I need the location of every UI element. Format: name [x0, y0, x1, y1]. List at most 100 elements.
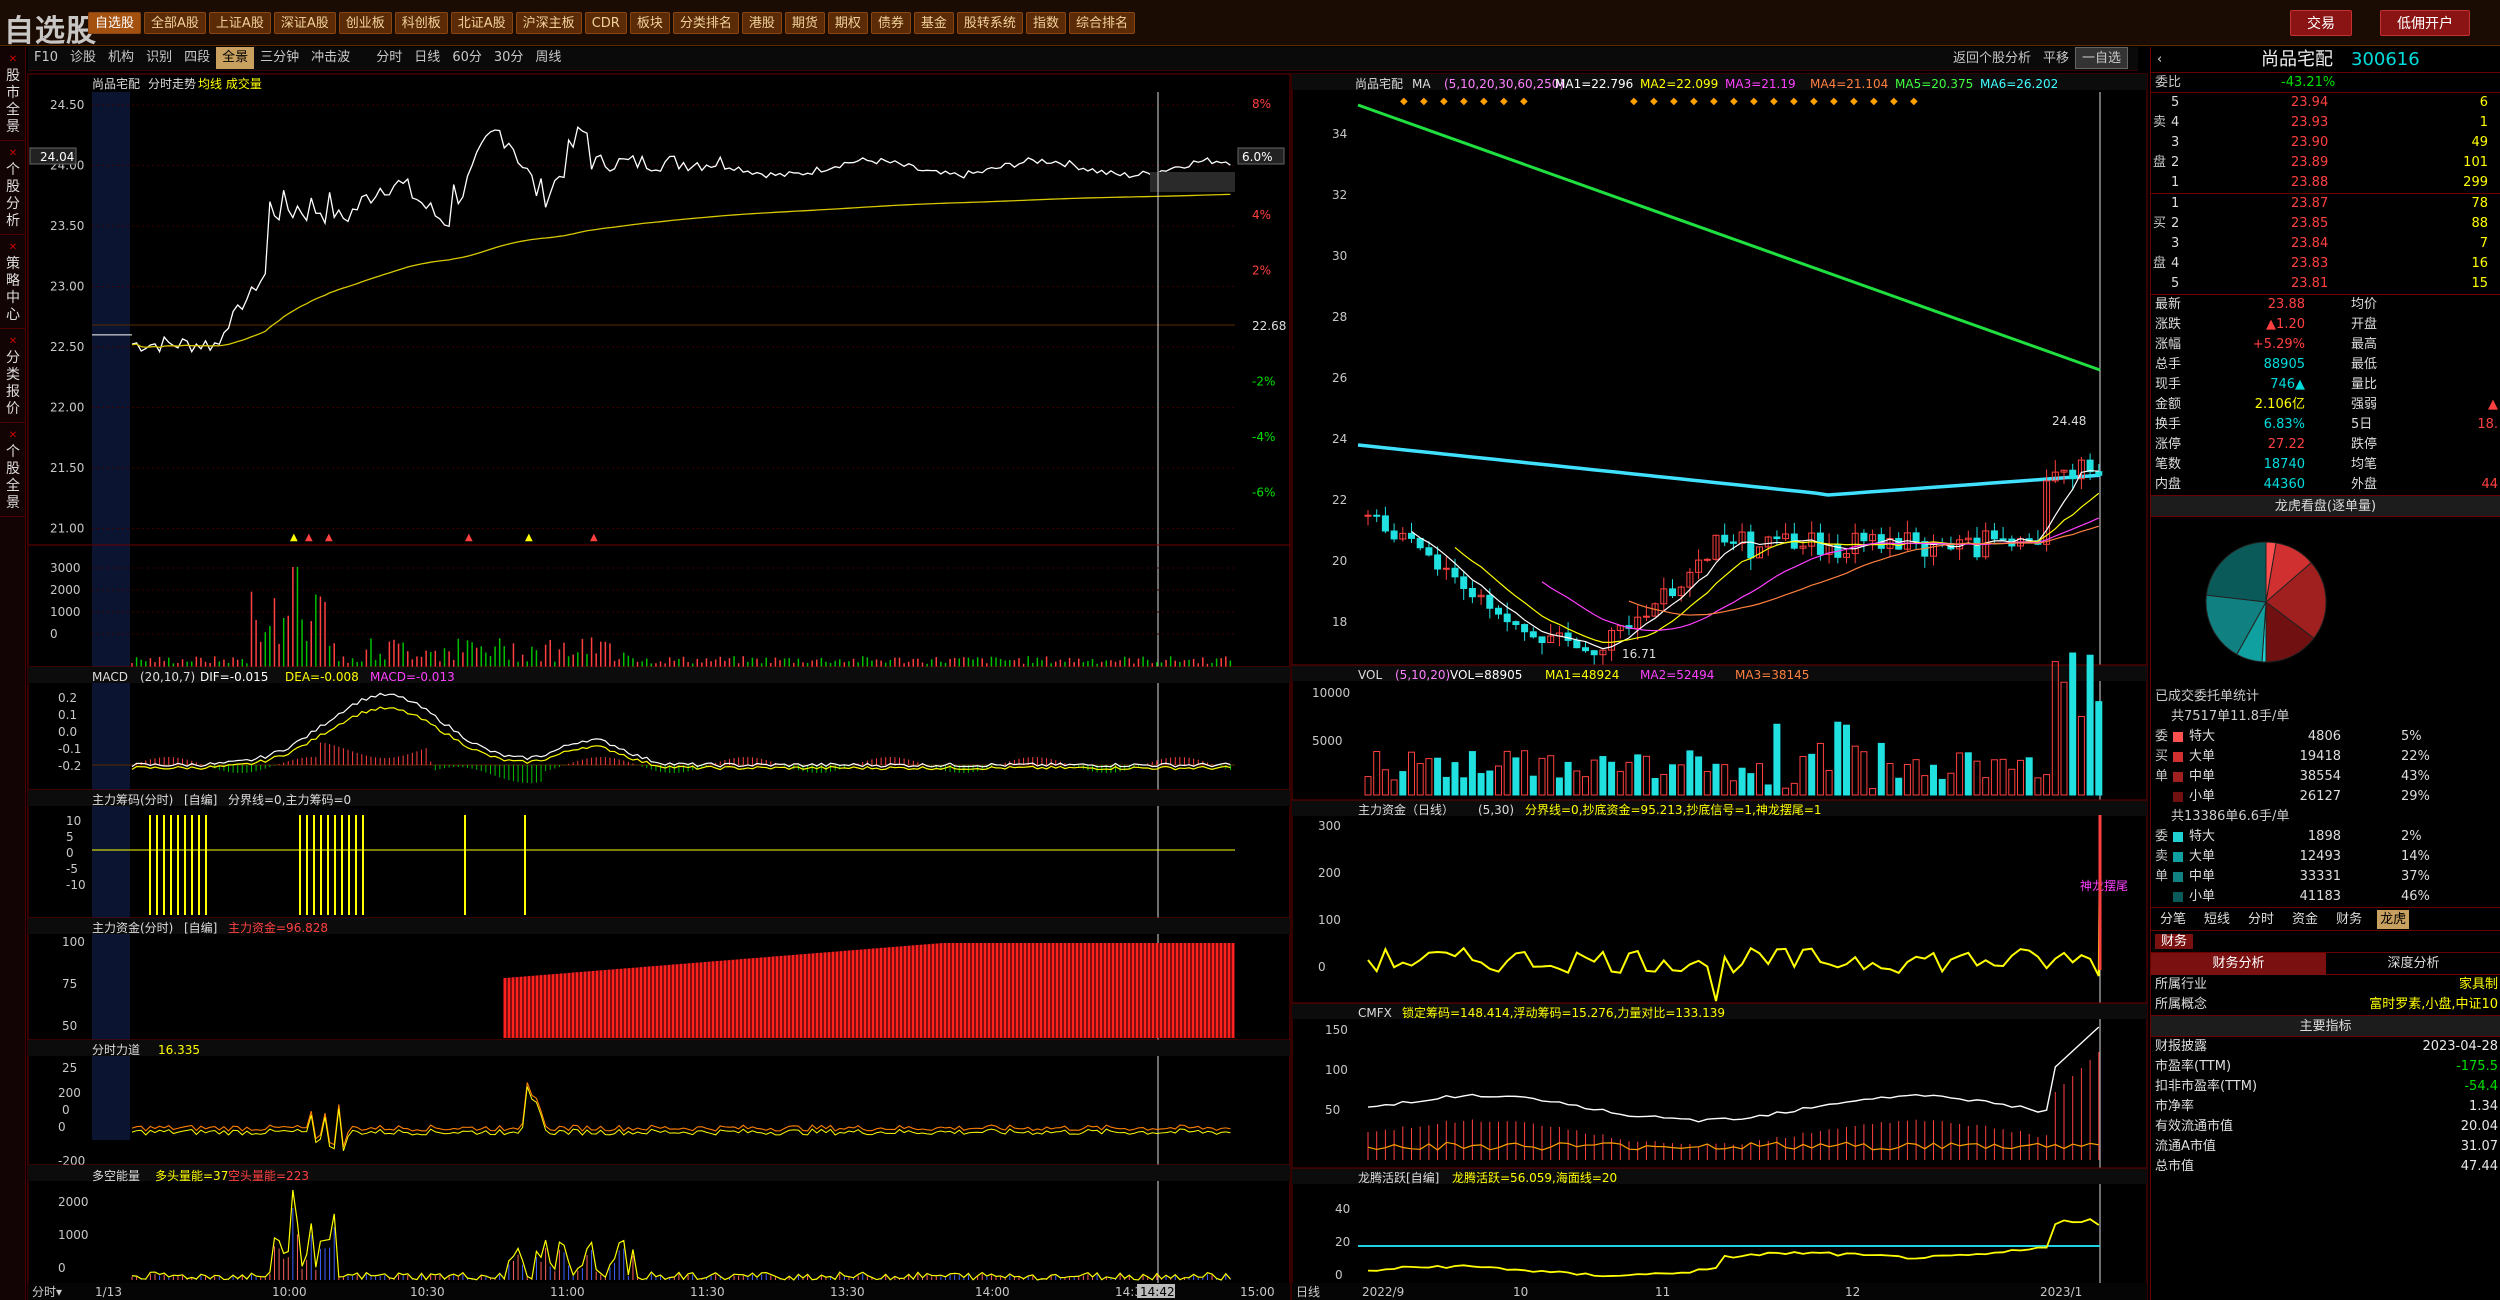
lhb-vol: 12493 [2299, 849, 2341, 864]
stat-value2: 44 [2481, 477, 2498, 492]
fin-deep-tab[interactable]: 深度分析 [2326, 953, 2500, 975]
fin-value: 家具制 [2458, 977, 2498, 992]
vol-day-bar [1799, 756, 1807, 796]
book-row[interactable]: 1 23.87 78 [2151, 194, 2500, 214]
book-row[interactable]: 卖 4 23.93 1 [2151, 113, 2500, 133]
stat-label2: 5日 [2351, 417, 2373, 432]
indicator-label: 流通A市值 [2155, 1139, 2216, 1154]
candle-body [1521, 624, 1529, 633]
back-arrow-icon[interactable]: ‹ [2157, 47, 2162, 73]
volume: 15 [2471, 276, 2488, 291]
macd-tick: 0.1 [58, 708, 77, 722]
fin-row: 所属概念 富时罗素,小盘,中证10 [2151, 995, 2500, 1015]
legend-swatch [2173, 772, 2183, 782]
vol-day-bar [2069, 652, 2077, 796]
fin-tab[interactable]: 财务 [2155, 934, 2194, 949]
candle-body [1582, 647, 1589, 652]
indicator-label: 市盈率(TTM) [2155, 1059, 2232, 1074]
vol-day-bar [1738, 767, 1746, 796]
indicator-row: 扣非市盈率(TTM) -54.4 [2151, 1077, 2500, 1097]
daily-high-label: 24.48 [2052, 414, 2086, 428]
buy-summary: 共7517单11.8手/单 [2171, 709, 2290, 724]
candle-body [1408, 532, 1415, 539]
lhb-tab-1[interactable]: 短线 [2201, 910, 2233, 929]
fin-subtabs: 财务分析 深度分析 [2151, 953, 2500, 975]
lths-text: 龙腾活跃=56.059,海面线=20 [1452, 1170, 1617, 1185]
vol-day-bar [1390, 779, 1398, 796]
fsld-line2 [131, 1086, 1231, 1151]
daily-tick: 26 [1332, 371, 1347, 385]
book-row[interactable]: 5 23.81 15 [2151, 274, 2500, 294]
done-title: 已成交委托单统计 [2155, 689, 2260, 704]
price-line [131, 126, 1231, 354]
lhb-pct: 14% [2401, 849, 2430, 864]
level: 1 [2171, 196, 2180, 211]
vol-day-bar [1964, 752, 1972, 796]
zljc-tick: 0 [66, 846, 74, 860]
zlzj-day-text: 分界线=0,抄底资金=95.213,抄底信号=1,神龙摆尾=1 [1525, 802, 1822, 817]
vol-value: MA1=48924 [1545, 668, 1619, 682]
book-row[interactable]: 盘 2 23.89 101 [2151, 153, 2500, 173]
signal-diamond: ◆ [1690, 96, 1698, 107]
vol-day-bar [1564, 761, 1572, 796]
indicator-value: 1.34 [2469, 1099, 2498, 1114]
indicator-row: 市盈率(TTM) -175.5 [2151, 1057, 2500, 1077]
vol-day-bar [2008, 768, 2016, 796]
daily-tick: 20 [1332, 554, 1347, 568]
indicator-value: 20.04 [2460, 1119, 2498, 1134]
indicator-value: -54.4 [2464, 1079, 2498, 1094]
lhb-pie-chart [2205, 541, 2327, 663]
dkn-title: 多空能量 [92, 1169, 140, 1183]
ma60-line [1357, 443, 2101, 497]
stat-label2: 均价 [2351, 297, 2378, 312]
book-row[interactable]: 1 23.88 299 [2151, 173, 2500, 193]
book-row[interactable]: 盘 4 23.83 16 [2151, 254, 2500, 274]
book-row[interactable]: 3 23.90 49 [2151, 133, 2500, 153]
book-row[interactable]: 买 2 23.85 88 [2151, 214, 2500, 234]
lhb-tab-2[interactable]: 分时 [2245, 910, 2277, 929]
fin-label: 所属行业 [2155, 977, 2208, 992]
dif-line [131, 692, 1231, 768]
lhb-tab-5[interactable]: 龙虎 [2377, 910, 2410, 929]
book-row[interactable]: 5 23.94 6 [2151, 93, 2500, 113]
trade-button[interactable]: 交易 [2290, 10, 2352, 36]
legend-swatch [2173, 732, 2183, 742]
intraday-title: 尚品宅配 [92, 76, 140, 91]
vol-day-bar [1729, 780, 1737, 796]
vol-day-bar [1747, 773, 1755, 796]
zlzj-day-tag: 神龙摆尾 [2080, 879, 2128, 893]
lhb-tab-3[interactable]: 资金 [2289, 910, 2321, 929]
stat-label: 内盘 [2155, 477, 2182, 492]
candle-body [1451, 567, 1459, 578]
lhb-tab-4[interactable]: 财务 [2333, 910, 2365, 929]
vol-day-tick: 10000 [1312, 686, 1350, 700]
fin-analysis-tab[interactable]: 财务分析 [2151, 953, 2326, 975]
margin-account-button[interactable]: 低佣开户 [2380, 10, 2470, 36]
book-row[interactable]: 3 23.84 7 [2151, 234, 2500, 254]
daily-ma-params: (5,10,20,30,60,250) [1444, 77, 1564, 91]
price-tick: 23.50 [50, 219, 84, 233]
macd-dea: DEA=-0.008 [285, 670, 359, 684]
candle-body [1642, 615, 1650, 618]
quote-header: ‹ 尚品宅配 300616 [2151, 47, 2500, 73]
vol-day-bar [1495, 765, 1502, 796]
vol-day-bar [1677, 764, 1685, 796]
zlzj-day-tick: 200 [1318, 866, 1341, 880]
lhb-tab-0[interactable]: 分笔 [2157, 910, 2189, 929]
vol-day-bar [1756, 763, 1763, 796]
stat-row: 涨停 27.22 跌停 [2151, 435, 2500, 455]
vol-day-bar [1930, 764, 1937, 796]
dkn-bear: 空头量能=223 [228, 1169, 309, 1183]
price-tick: 22.50 [50, 340, 84, 354]
stat-value2: ▲ [2488, 397, 2498, 412]
candle-body [1434, 554, 1442, 570]
lhb-row: 委 特大 4806 5% [2151, 727, 2500, 747]
time-label: 10:30 [410, 1285, 445, 1299]
charts-canvas[interactable]: 尚品宅配 分时走势 均线 成交量24.5024.0023.5023.0022.502… [0, 0, 2150, 1300]
macd-value: MACD=-0.013 [370, 670, 455, 684]
time-label: 14:42 [1140, 1285, 1175, 1299]
lhb-type: 中单 [2189, 769, 2216, 784]
vol-day-bar [1712, 763, 1720, 796]
stat-row: 最新 23.88 均价 [2151, 295, 2500, 315]
bid-book: 1 23.87 78 买 2 23.85 88 3 23.84 7 盘 4 23.83 16 5 23.81 1… [2151, 194, 2500, 294]
